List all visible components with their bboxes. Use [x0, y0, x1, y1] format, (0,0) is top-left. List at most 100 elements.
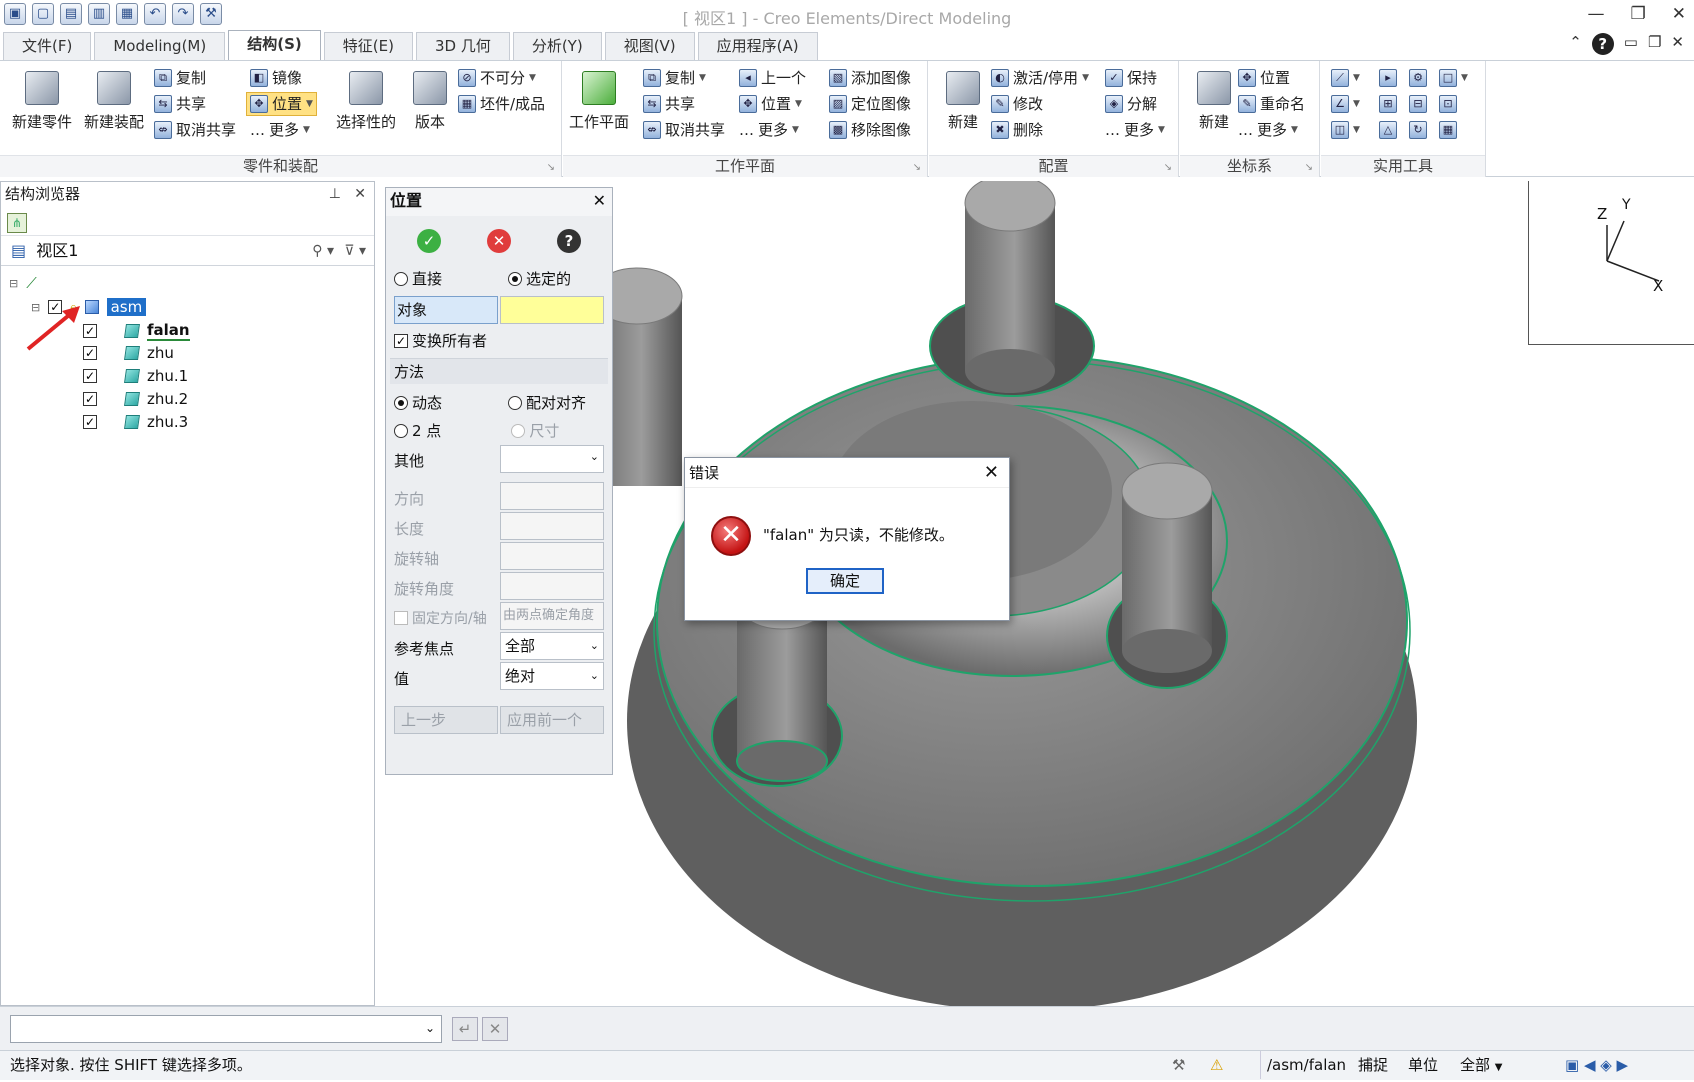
pair-align-radio[interactable] [508, 395, 523, 410]
close-icon[interactable]: ✕ [354, 186, 366, 202]
tree-root[interactable]: ⊟ ⟋ [9, 274, 37, 292]
clear-icon[interactable]: ✕ [482, 1017, 508, 1041]
dialog-launcher-icon[interactable]: ↘ [547, 158, 555, 178]
util-button-7[interactable]: ⊟ [1409, 92, 1427, 116]
selective-button[interactable]: 选择性的 [332, 67, 400, 132]
config-modify-button[interactable]: ✎ 修改 [991, 92, 1043, 116]
util-button-5[interactable]: ∠ ▼ [1331, 92, 1360, 116]
object-input[interactable] [500, 296, 604, 324]
dynamic-radio[interactable] [394, 395, 408, 410]
two-point-radio[interactable] [394, 423, 408, 438]
selected-radio[interactable] [508, 271, 523, 286]
visibility-checkbox[interactable]: ✓ [83, 369, 97, 383]
minimize-icon[interactable]: — [1588, 4, 1605, 24]
tab-structure[interactable]: 结构(S) [228, 30, 321, 60]
more-parts-button[interactable]: … 更多 ▼ [250, 118, 310, 142]
util-button-2[interactable]: ▸ [1379, 66, 1397, 90]
activate-button[interactable]: ◐ 激活/停用 ▼ [991, 66, 1089, 90]
previous-step-button[interactable]: 上一步 [394, 706, 498, 734]
tree-item-zhu2[interactable]: ✓ zhu.2 [83, 390, 188, 408]
coord-position-button[interactable]: ✥ 位置 [1238, 66, 1290, 90]
collapse-ribbon-icon[interactable]: ⌃ [1569, 33, 1582, 55]
coord-rename-button[interactable]: ✎ 重命名 [1238, 92, 1305, 116]
filter-icon[interactable]: ⊽ ▾ [344, 238, 366, 264]
direct-radio[interactable] [394, 271, 408, 286]
wp-prev-button[interactable]: ◂ 上一个 [739, 66, 806, 90]
view-nav-icons[interactable]: ▣ ◀ ◈ ▶ [1565, 1051, 1628, 1079]
mdi-close-icon[interactable]: ✕ [1671, 33, 1684, 55]
enter-icon[interactable]: ↵ [452, 1017, 478, 1041]
wp-copy-button[interactable]: ⧉ 复制 ▼ [643, 66, 706, 90]
tree-item-falan[interactable]: ✓ falan [83, 321, 190, 341]
close-icon[interactable]: ✕ [984, 458, 999, 488]
dimension-radio[interactable] [511, 423, 526, 438]
util-button-4[interactable]: □ ▼ [1439, 66, 1468, 90]
new-assembly-button[interactable]: 新建装配 [80, 67, 148, 132]
coord-more-button[interactable]: … 更多 ▼ [1238, 118, 1298, 142]
view-row[interactable]: ▤ 视区1 ⚲ ▾ ⊽ ▾ [1, 238, 374, 266]
snap-label[interactable]: 捕捉 [1358, 1051, 1388, 1079]
util-button-8[interactable]: ⊡ [1439, 92, 1457, 116]
transform-owner-checkbox[interactable]: ✓ [394, 333, 408, 348]
add-image-button[interactable]: ▧ 添加图像 [829, 66, 911, 90]
wp-share-button[interactable]: ⇆ 共享 [643, 92, 695, 116]
remove-image-button[interactable]: ▩ 移除图像 [829, 118, 911, 142]
locate-image-button[interactable]: ▨ 定位图像 [829, 92, 911, 116]
mdi-minimize-icon[interactable]: ▭ [1624, 33, 1638, 55]
fix-dir-checkbox[interactable] [394, 611, 408, 625]
visibility-checkbox[interactable]: ✓ [83, 392, 97, 406]
util-button-6[interactable]: ⊞ [1379, 92, 1397, 116]
close-icon[interactable]: ✕ [1672, 4, 1686, 24]
binoculars-icon[interactable]: ⚲ ▾ [312, 238, 334, 264]
visibility-checkbox[interactable]: ✓ [83, 324, 97, 338]
close-icon[interactable]: ✕ [593, 188, 606, 214]
dialog-launcher-icon[interactable]: ↘ [1164, 158, 1172, 178]
tab-features[interactable]: 特征(E) [323, 32, 413, 60]
unit-label[interactable]: 单位 [1408, 1051, 1438, 1079]
tab-applications[interactable]: 应用程序(A) [697, 32, 818, 60]
ok-button[interactable]: 确定 [806, 568, 884, 594]
dialog-launcher-icon[interactable]: ↘ [913, 158, 921, 178]
transform-owner-row[interactable]: ✓ 变换所有者 [394, 330, 606, 351]
config-delete-button[interactable]: ✖ 删除 [991, 118, 1043, 142]
util-button-12[interactable]: ▦ [1439, 118, 1457, 142]
config-more-button[interactable]: … 更多 ▼ [1105, 118, 1165, 142]
pin-icon[interactable]: ⊥ [329, 186, 341, 202]
tab-file[interactable]: 文件(F) [3, 32, 92, 60]
rot-angle-field[interactable] [500, 572, 604, 600]
wp-unshare-button[interactable]: ⇎ 取消共享 [643, 118, 725, 142]
tree-item-zhu1[interactable]: ✓ zhu.1 [83, 367, 188, 385]
tree-item-zhu3[interactable]: ✓ zhu.3 [83, 413, 188, 431]
dialog-launcher-icon[interactable]: ↘ [1305, 158, 1313, 178]
tree-icon[interactable]: ⋔ [7, 213, 27, 233]
tree-item-zhu[interactable]: ✓ zhu [83, 344, 174, 362]
workplane-button[interactable]: 工作平面 [565, 67, 633, 132]
version-button[interactable]: 版本 [396, 67, 464, 132]
rot-axis-field[interactable] [500, 542, 604, 570]
wp-position-button[interactable]: ✥ 位置 ▼ [739, 92, 802, 116]
collapse-icon[interactable]: ⊟ [9, 277, 18, 290]
tab-analysis[interactable]: 分析(Y) [512, 32, 602, 60]
help-icon[interactable]: ? [1591, 33, 1614, 55]
keep-button[interactable]: ✓ 保持 [1105, 66, 1157, 90]
ref-focus-select[interactable]: 全部 ⌄ [500, 632, 604, 660]
apply-previous-button[interactable]: 应用前一个 [500, 706, 604, 734]
length-field[interactable] [500, 512, 604, 540]
two-point-angle-button[interactable]: 由两点确定角度 [500, 602, 604, 630]
util-button-3[interactable]: ⚙ [1409, 66, 1427, 90]
visibility-checkbox[interactable]: ✓ [83, 415, 97, 429]
util-button-9[interactable]: ◫ ▼ [1331, 118, 1360, 142]
status-tool-icon[interactable]: ⚒ [1172, 1051, 1185, 1079]
util-button-11[interactable]: ↻ [1409, 118, 1427, 142]
object-label-field[interactable]: 对象 [394, 296, 498, 324]
wp-more-button[interactable]: … 更多 ▼ [739, 118, 799, 142]
mdi-restore-icon[interactable]: ❐ [1648, 33, 1661, 55]
restore-icon[interactable]: ❐ [1631, 4, 1646, 24]
direction-field[interactable] [500, 482, 604, 510]
scope-select[interactable]: 全部 ▼ [1460, 1051, 1503, 1082]
unshare-button[interactable]: ⇎ 取消共享 [154, 118, 236, 142]
tab-view[interactable]: 视图(V) [604, 32, 695, 60]
copy-button[interactable]: ⧉ 复制 [154, 66, 206, 90]
visibility-checkbox[interactable]: ✓ [83, 346, 97, 360]
share-button[interactable]: ⇆ 共享 [154, 92, 206, 116]
